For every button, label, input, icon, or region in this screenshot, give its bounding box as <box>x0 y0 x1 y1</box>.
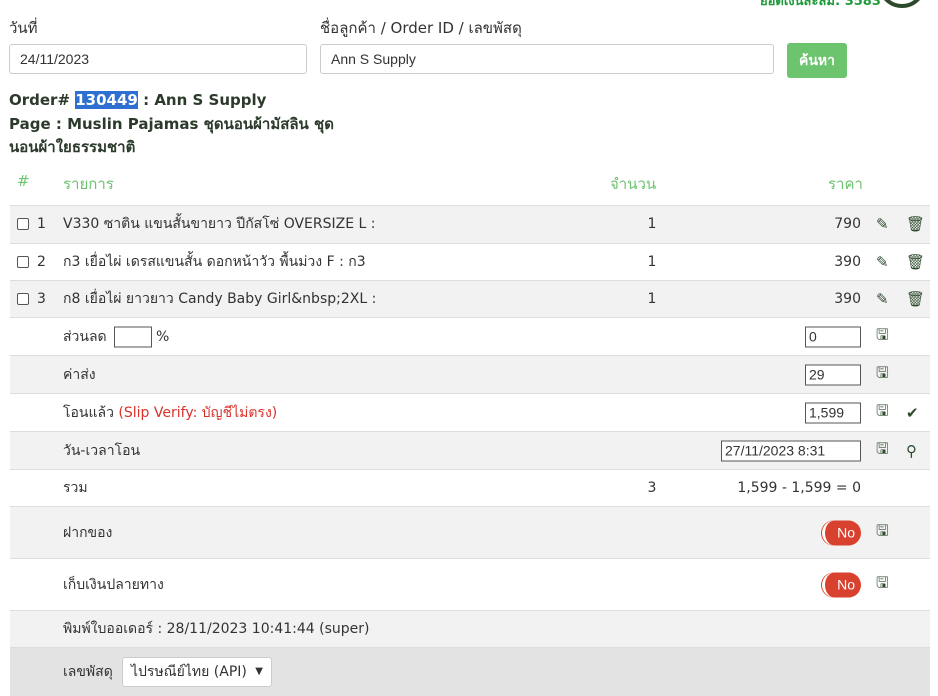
save-icon[interactable]: 🖫 <box>876 572 889 597</box>
save-icon[interactable]: 🖫 <box>876 324 889 349</box>
header-item: รายการ <box>63 175 114 193</box>
transfer-time-label: วัน-เวลาโอน <box>63 442 141 459</box>
search-icon[interactable]: ⚲ <box>906 442 917 460</box>
item-price: 390 <box>834 253 861 270</box>
printed-text: พิมพ์ใบออเดอร์ : 28/11/2023 10:41:44 (su… <box>63 621 370 637</box>
tracking-row: เลขพัสดุ ไปรษณีย์ไทย (API) ▼ <box>10 647 930 696</box>
table-row: 1 V330 ซาติน แขนสั้นขายาว ปีกัสโซ่ OVERS… <box>10 205 930 243</box>
printed-row: พิมพ์ใบออเดอร์ : 28/11/2023 10:41:44 (su… <box>10 610 930 647</box>
table-row: 3 ก8 เยื่อไผ่ ยาวยาว Candy Baby Girl&nbs… <box>10 280 930 318</box>
carrier-value: ไปรษณีย์ไทย (API) <box>131 664 247 680</box>
balance-text: ยอดเงินสะสม: 3583 <box>760 0 881 9</box>
trash-icon[interactable]: 🗑 <box>906 215 925 233</box>
total-calc: 1,599 - 1,599 = 0 <box>737 480 861 496</box>
cod-row: เก็บเงินปลายทาง No 🖫 <box>10 558 930 610</box>
order-id: 130449 <box>75 91 138 109</box>
paid-label: โอนแล้ว <box>63 404 114 421</box>
customer-search-input[interactable]: Ann S Supply <box>320 44 774 74</box>
paid-row: โอนแล้ว (Slip Verify: บัญชีไม่ตรง) 1,599… <box>10 393 930 431</box>
tracking-label: เลขพัสดุ <box>63 664 113 680</box>
row-number: 3 <box>37 291 46 308</box>
header-qty: จำนวน <box>610 175 657 193</box>
row-checkbox[interactable] <box>17 293 29 306</box>
save-icon[interactable]: 🖫 <box>876 400 889 425</box>
cod-toggle[interactable]: No <box>822 572 861 597</box>
shipping-label: ค่าส่ง <box>63 366 96 383</box>
discount-label: ส่วนลด <box>63 328 107 345</box>
transfer-time-row: วัน-เวลาโอน 27/11/2023 8:31 🖫 ⚲ <box>10 431 930 469</box>
page-line-1: Page : Muslin Pajamas ชุดนอนผ้ามัสลิน ชุ… <box>9 115 334 133</box>
trash-icon[interactable]: 🗑 <box>906 290 925 308</box>
chevron-down-icon: ▼ <box>255 666 263 677</box>
item-name: ก8 เยื่อไผ่ ยาวยาว Candy Baby Girl&nbsp;… <box>63 291 377 308</box>
shipping-input[interactable]: 29 <box>805 364 861 385</box>
edit-pencil-icon[interactable]: ✎ <box>876 215 889 233</box>
date-input[interactable]: 24/11/2023 <box>9 44 307 74</box>
save-icon[interactable]: 🖫 <box>876 438 889 463</box>
slip-verify-note: (Slip Verify: บัญชีไม่ตรง) <box>118 404 278 421</box>
avatar-icon[interactable] <box>878 0 926 8</box>
percent-sign: % <box>156 328 170 345</box>
paid-label-group: โอนแล้ว (Slip Verify: บัญชีไม่ตรง) <box>63 402 277 424</box>
save-icon[interactable]: 🖫 <box>876 362 889 387</box>
table-row: 2 ก3 เยื่อไผ่ เดรสแขนสั้น ดอกหน้าวัว พื้… <box>10 242 930 281</box>
item-name: V330 ซาติน แขนสั้นขายาว ปีกัสโซ่ OVERSIZ… <box>63 216 376 233</box>
item-price: 390 <box>834 291 861 308</box>
item-qty: 1 <box>647 291 657 308</box>
customer-label: ชื่อลูกค้า / Order ID / เลขพัสดุ <box>320 19 522 37</box>
date-label: วันที่ <box>9 19 38 37</box>
edit-pencil-icon[interactable]: ✎ <box>876 253 889 271</box>
page-line-2: นอนผ้าใยธรรมชาติ <box>9 138 136 156</box>
carrier-select[interactable]: ไปรษณีย์ไทย (API) ▼ <box>122 657 272 687</box>
check-icon[interactable]: ✔ <box>906 404 919 422</box>
total-label: รวม <box>63 480 88 496</box>
order-prefix: Order# <box>9 91 76 109</box>
deposit-toggle[interactable]: No <box>822 520 861 545</box>
total-row: รวม 3 1,599 - 1,599 = 0 <box>10 469 930 506</box>
item-qty: 1 <box>647 253 657 270</box>
row-number: 1 <box>37 216 46 233</box>
save-icon[interactable]: 🖫 <box>876 520 889 545</box>
trash-icon[interactable]: 🗑 <box>906 253 925 271</box>
header-num: # <box>17 172 30 190</box>
header-price: ราคา <box>828 175 863 193</box>
item-qty: 1 <box>647 216 657 233</box>
discount-row: ส่วนลด % 0 🖫 <box>10 317 930 355</box>
shipping-row: ค่าส่ง 29 🖫 <box>10 355 930 393</box>
row-checkbox[interactable] <box>17 255 29 268</box>
order-title: Order# 130449 : Ann S Supply <box>9 88 266 112</box>
item-price: 790 <box>834 216 861 233</box>
order-customer: : Ann S Supply <box>137 91 267 109</box>
total-qty: 3 <box>647 480 657 496</box>
cod-label: เก็บเงินปลายทาง <box>63 576 164 593</box>
item-name: ก3 เยื่อไผ่ เดรสแขนสั้น ดอกหน้าวัว พื้นม… <box>63 253 366 270</box>
row-number: 2 <box>37 253 46 270</box>
transfer-time-input[interactable]: 27/11/2023 8:31 <box>721 440 861 461</box>
row-checkbox[interactable] <box>17 218 29 231</box>
search-button[interactable]: ค้นหา <box>787 43 847 78</box>
paid-input[interactable]: 1,599 <box>805 402 861 423</box>
edit-pencil-icon[interactable]: ✎ <box>876 290 889 308</box>
deposit-row: ฝากของ No 🖫 <box>10 506 930 558</box>
discount-percent-input[interactable] <box>114 326 152 347</box>
discount-input[interactable]: 0 <box>805 326 861 347</box>
deposit-label: ฝากของ <box>63 524 113 541</box>
